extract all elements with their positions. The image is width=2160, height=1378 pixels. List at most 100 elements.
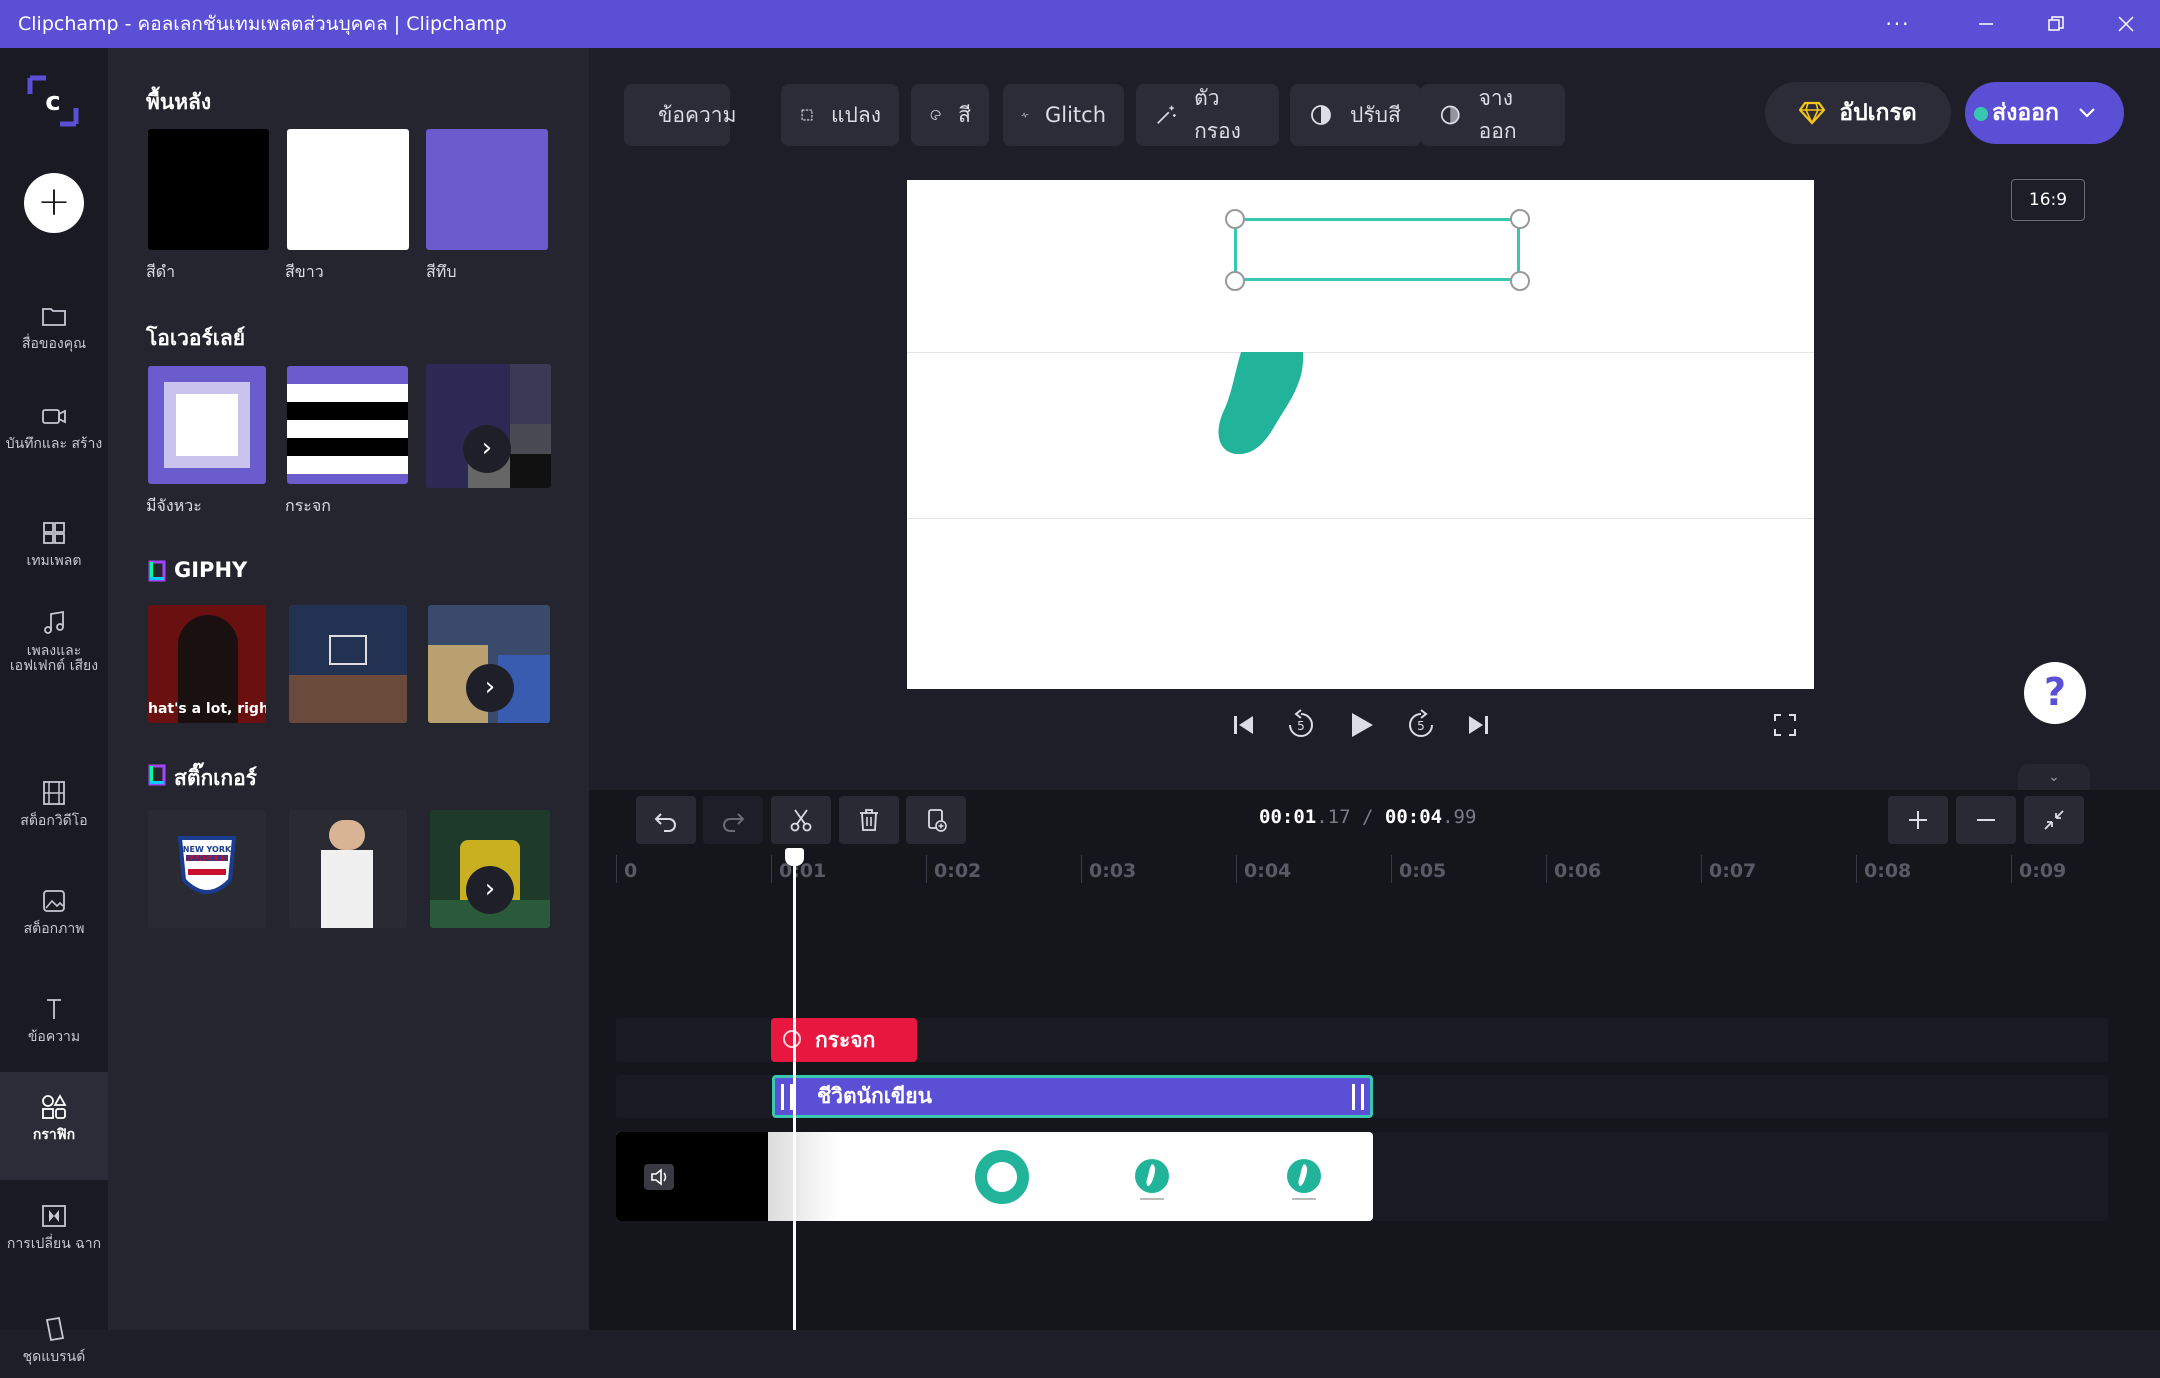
giphy-tile-1[interactable]: hat's a lot, righ [148, 605, 266, 723]
sidebar-item-text[interactable]: ข้อความ [0, 986, 108, 1076]
clip-thumbnail-ring [975, 1150, 1029, 1204]
toolbar-text-button[interactable]: ข้อความ [624, 84, 736, 146]
resize-handle[interactable] [1225, 271, 1245, 291]
glass-line [907, 518, 1814, 519]
toolbar-text-label: ข้อความ [658, 102, 737, 127]
current-time-fraction: .17 [1316, 806, 1351, 828]
create-new-button[interactable]: + [24, 173, 84, 233]
stickers-next-arrow[interactable]: › [466, 866, 514, 914]
clip-trim-handle-left[interactable] [781, 1084, 793, 1110]
total-time-fraction: .99 [1442, 806, 1477, 828]
skip-to-end-icon[interactable] [1458, 705, 1498, 745]
sidebar-item-music-sfx[interactable]: เพลงและ เอฟเฟกต์ เสียง [0, 600, 108, 735]
upgrade-button[interactable]: อัปเกรด [1765, 82, 1951, 144]
stickers-title: สติ๊กเกอร์ [174, 766, 257, 790]
video-preview-canvas[interactable] [907, 180, 1814, 689]
more-options-icon[interactable]: ··· [1862, 0, 1934, 48]
sidebar-item-brand-kit[interactable]: ชุดแบรนด์ [0, 1308, 108, 1378]
ruler-label: 0:09 [2019, 860, 2067, 882]
giphy-tile-2[interactable] [289, 605, 407, 723]
zoom-in-icon[interactable] [1888, 796, 1948, 844]
aspect-ratio-button[interactable]: 16:9 [2011, 179, 2085, 221]
clip-thumbnail-blob [1135, 1159, 1169, 1200]
total-time: 00:04 [1384, 806, 1443, 828]
svg-text:5: 5 [1297, 719, 1305, 733]
resize-handle[interactable] [1510, 271, 1530, 291]
svg-text:c: c [45, 87, 60, 117]
ruler-label: 0 [624, 860, 638, 882]
sidebar-item-transitions[interactable]: การเปลี่ยน ฉาก [0, 1193, 108, 1303]
fit-timeline-icon[interactable] [2024, 796, 2084, 844]
clipchamp-logo[interactable]: c [26, 74, 80, 128]
minimize-icon[interactable] [1950, 0, 2022, 48]
transform-icon [801, 109, 813, 121]
overlays-next-arrow[interactable]: › [463, 425, 511, 473]
ruler-tick [1081, 855, 1082, 883]
giphy-title: GIPHY [174, 558, 248, 582]
resize-handle[interactable] [1225, 209, 1245, 229]
overlay-clip-label: กระจก [815, 1028, 876, 1052]
close-icon[interactable] [2090, 0, 2160, 48]
mute-toggle[interactable] [644, 1164, 674, 1190]
overlay-rhythmic-tile[interactable] [148, 366, 266, 484]
upgrade-label: อัปเกรด [1839, 100, 1917, 126]
split-scissors-icon[interactable] [771, 796, 831, 844]
toolbar-glitch-button[interactable]: Glitch [1003, 84, 1124, 146]
duplicate-icon[interactable] [906, 796, 966, 844]
sidebar-item-graphics[interactable]: กราฟิก [0, 1072, 108, 1180]
fullscreen-icon[interactable] [1765, 705, 1805, 745]
film-icon [43, 781, 65, 805]
toolbar-glitch-label: Glitch [1044, 103, 1106, 127]
toolbar-fade-label: จางออก [1478, 86, 1517, 143]
sticker-tile-1[interactable]: NEW YORK RANGERS [148, 810, 266, 928]
help-button[interactable]: ? [2024, 662, 2086, 724]
restore-icon[interactable] [2020, 0, 2092, 48]
skip-to-start-icon[interactable] [1224, 705, 1264, 745]
overlay-glass-tile[interactable] [287, 366, 408, 484]
toolbar-adjust-button[interactable]: ปรับสี [1290, 84, 1421, 146]
clip-trim-handle-right[interactable] [1352, 1084, 1364, 1110]
toolbar-fade-button[interactable]: จางออก [1420, 84, 1565, 146]
background-white-tile[interactable] [287, 129, 409, 250]
overlay-glass-label: กระจก [285, 496, 331, 515]
playhead-handle[interactable] [785, 848, 804, 866]
export-button[interactable]: ส่งออก [1965, 82, 2124, 144]
sidebar-item-stock-images[interactable]: สต็อกภาพ [0, 878, 108, 968]
status-dot [1974, 107, 1988, 121]
collapse-timeline-button[interactable]: ⌄ [2018, 764, 2090, 790]
toolbar-filter-button[interactable]: ตัวกรอง [1136, 84, 1279, 146]
text-selection-box[interactable] [1234, 218, 1520, 281]
sidebar-item-stock-video[interactable]: สต็อกวิดีโอ [0, 770, 108, 860]
redo-icon[interactable] [703, 796, 763, 844]
sidebar-item-label: สต็อกภาพ [23, 921, 85, 937]
ruler-label: 0:03 [1089, 860, 1137, 882]
text-clip[interactable]: ชีวิตนักเขียน [772, 1075, 1373, 1118]
title-bar: Clipchamp - คอลเลกชันเทมเพลตส่วนบุคคล | … [0, 0, 2160, 48]
sidebar-item-label: สื่อของคุณ [21, 336, 87, 352]
video-clip[interactable] [616, 1132, 1373, 1221]
delete-trash-icon[interactable] [839, 796, 899, 844]
sidebar-item-templates[interactable]: เทมเพลต [0, 510, 108, 600]
undo-icon[interactable] [636, 796, 696, 844]
background-solid-tile[interactable] [426, 129, 548, 250]
sticker-text: NEW YORK RANGERS [182, 845, 232, 863]
toolbar-color-button[interactable]: สี [911, 84, 989, 146]
ruler-tick [1701, 855, 1702, 883]
teal-blob-graphic [1218, 352, 1304, 455]
resize-handle[interactable] [1510, 209, 1530, 229]
rewind-5-icon[interactable]: 5 [1281, 705, 1321, 745]
sidebar-item-record-create[interactable]: บันทึกและ สร้าง [0, 393, 108, 503]
giphy-next-arrow[interactable]: › [466, 664, 514, 712]
forward-5-icon[interactable]: 5 [1401, 705, 1441, 745]
toolbar-color-label: สี [958, 102, 971, 127]
zoom-out-icon[interactable] [1956, 796, 2016, 844]
toolbar-transform-button[interactable]: แปลง [781, 84, 899, 146]
sticker-tile-2[interactable] [289, 810, 407, 928]
sidebar-item-label: เพลงและ เอฟเฟกต์ เสียง [9, 643, 99, 674]
background-black-tile[interactable] [148, 129, 269, 250]
sidebar-item-your-media[interactable]: สื่อของคุณ [0, 293, 108, 383]
ruler-tick [1391, 855, 1392, 883]
play-icon[interactable] [1341, 705, 1381, 745]
playhead[interactable] [793, 848, 796, 1330]
ruler-tick [1546, 855, 1547, 883]
